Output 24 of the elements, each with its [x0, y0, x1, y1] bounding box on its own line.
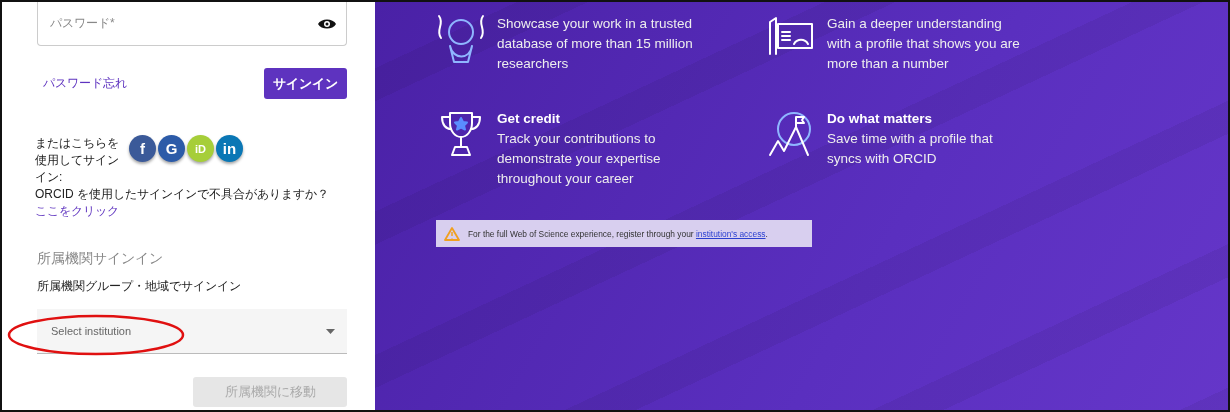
- feature-description: Gain a deeper understanding with a profile that shows you are more than a number: [827, 15, 1021, 73]
- feature-title: Do what matters: [827, 110, 934, 128]
- institution-subheading: 所属機関グループ・地域でサインイン: [37, 278, 242, 295]
- eye-icon[interactable]: [318, 17, 336, 30]
- social-login-button[interactable]: in: [216, 135, 243, 162]
- warning-icon: [444, 226, 460, 241]
- head-icon: [436, 14, 486, 64]
- feature-description: Save time with a profile that syncs with ORCID: [827, 130, 994, 168]
- password-field[interactable]: パスワード*: [37, 2, 347, 46]
- feature-description: Track your contributions to demonstrate your expertise throughout your career: [497, 130, 662, 188]
- click-here-link[interactable]: ここをクリック: [35, 204, 119, 218]
- sign-in-button[interactable]: サインイン: [264, 68, 347, 99]
- orcid-help-text: ORCID を使用したサインインで不具合がありますか？ ここをクリック: [35, 186, 330, 220]
- banner-text: For the full Web of Science experience, register through your institution's access.: [468, 228, 768, 239]
- institution-heading: 所属機関サインイン: [37, 250, 164, 268]
- feature-title: Get credit: [497, 110, 562, 128]
- institution-access-link[interactable]: institution's access: [695, 228, 766, 239]
- social-login-button[interactable]: f: [129, 135, 156, 162]
- social-sign-in-label: またはこちらを使用してサインイン:: [35, 135, 120, 186]
- caret-icon: [326, 328, 335, 334]
- institution-select[interactable]: Select institution: [37, 309, 347, 354]
- feature-description: Showcase your work in a trusted database of more than 15 million researchers: [497, 15, 694, 73]
- forgot-password-link[interactable]: パスワード忘れ: [43, 75, 127, 92]
- social-login-button[interactable]: G: [158, 135, 185, 162]
